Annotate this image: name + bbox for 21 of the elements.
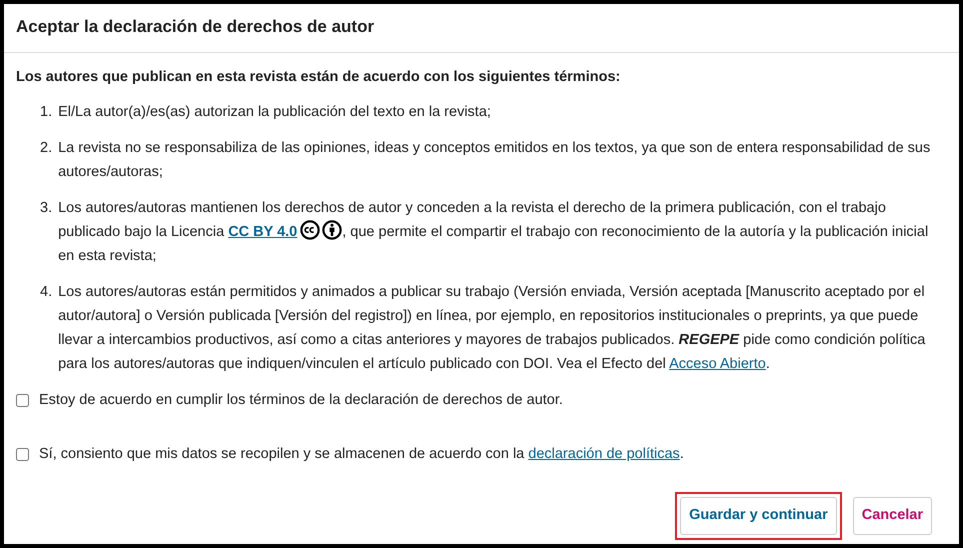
- person-icon: [322, 220, 342, 240]
- intro-text: Los autores que publican en esta revista están de acuerdo con los siguientes términos:: [16, 68, 622, 86]
- list-number: 2.: [40, 139, 52, 158]
- checkbox[interactable]: [16, 448, 29, 461]
- term-text: Los autores/autoras están permitidos y animados a publicar su trabajo (Versión enviada, Versión aceptada [Manuscrito aceptado por el autor/autora] o Versión publicada [Versión del registro]) en línea, por ejemplo, en repositorios institucionales o preprints, ya que puede llevar a intercambios productivos, así como a citas anteriores y mayores de trabajos publicados. REGEPE pide como condición política para los autores/autoras que indiquen/vinculen el artículo publicado con DOI. Vea el Efecto del Acceso Abierto.: [58, 283, 926, 374]
- list-number: 4.: [40, 283, 52, 302]
- checkbox[interactable]: [16, 394, 29, 407]
- list-number: 1.: [40, 103, 52, 122]
- policy-link[interactable]: Acceso Abierto: [669, 356, 766, 372]
- save-continue-button[interactable]: Guardar y continuar: [680, 497, 837, 535]
- creative-commons-icon: [300, 220, 320, 240]
- list-number: 3.: [40, 199, 52, 218]
- checkbox-label: Sí, consiento que mis datos se recopilen y se almacenen de acuerdo con la declaración de políticas.: [39, 445, 684, 464]
- term-text: Los autores/autoras mantienen los derechos de autor y conceden a la revista el derecho de la primera publicación, con el trabajo publicado bajo la Licencia CC BY 4.0 , que permite el compartir el trabajo con reconocimiento de la autoría y la publicación inicial en esta revista;: [58, 199, 930, 266]
- dialog-title: Aceptar la declaración de derechos de autor: [4, 14, 959, 52]
- cancel-button[interactable]: Cancelar: [852, 497, 932, 535]
- term-text: La revista no se responsabiliza de las opiniones, ideas y conceptos emitidos en los textos, ya que son de entera responsabilidad de sus autores/autoras;: [58, 139, 932, 182]
- license-link[interactable]: CC BY 4.0: [228, 224, 298, 240]
- term-text: El/La autor(a)/es(as) autorizan la publicación del texto en la revista;: [58, 103, 491, 122]
- checkbox-label: Estoy de acuerdo en cumplir los términos de la declaración de derechos de autor.: [39, 391, 563, 410]
- policy-link[interactable]: declaración de políticas: [528, 446, 680, 462]
